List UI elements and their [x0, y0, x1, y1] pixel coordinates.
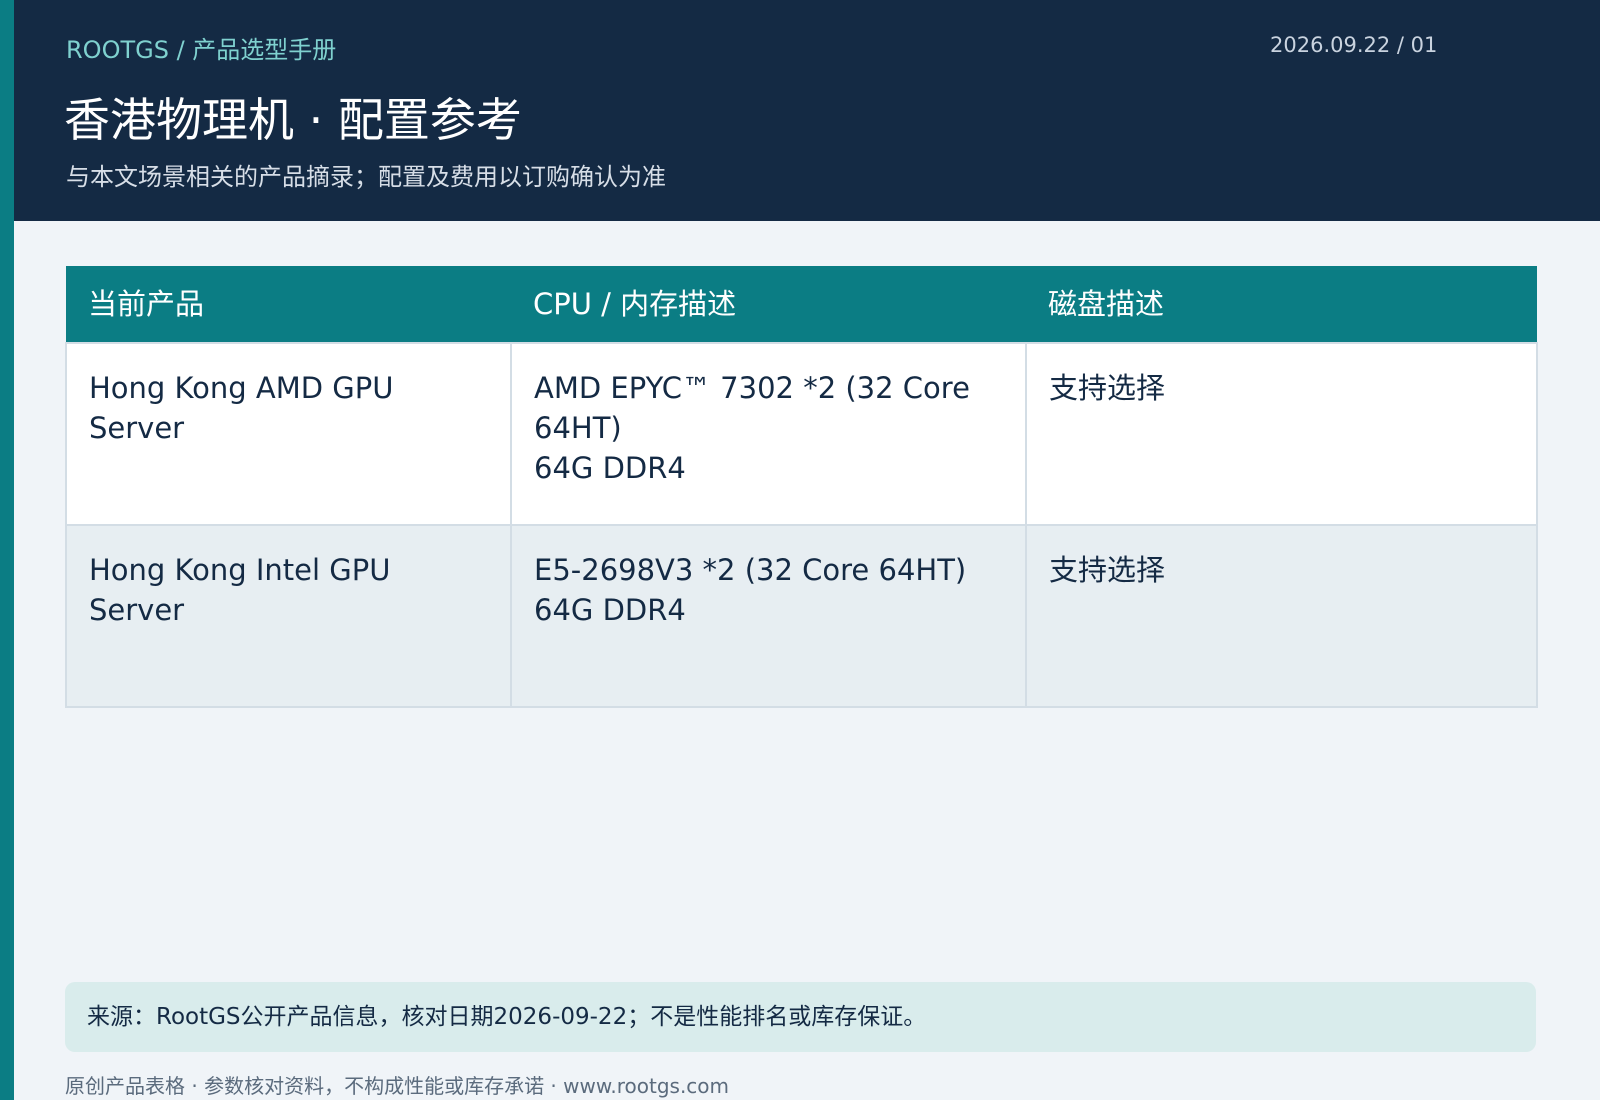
table-header-row: 当前产品 CPU / 内存描述 磁盘描述	[66, 266, 1537, 343]
column-header-cpu-memory: CPU / 内存描述	[511, 266, 1026, 343]
column-header-disk: 磁盘描述	[1026, 266, 1537, 343]
product-table: 当前产品 CPU / 内存描述 磁盘描述 Hong Kong AMD GPU S…	[65, 266, 1538, 708]
cell-product: Hong Kong AMD GPU Server	[65, 342, 512, 526]
document-date: 2026.09.22 / 01	[1270, 33, 1438, 57]
cell-cpu-memory: E5-2698V3 *2 (32 Core 64HT) 64G DDR4	[510, 524, 1027, 708]
cell-cpu-memory: AMD EPYC™ 7302 *2 (32 Core 64HT) 64G DDR…	[510, 342, 1027, 526]
cell-disk: 支持选择	[1025, 524, 1538, 708]
page-subtitle: 与本文场景相关的产品摘录；配置及费用以订购确认为准	[66, 163, 666, 191]
source-note: 来源：RootGS公开产品信息，核对日期2026-09-22；不是性能排名或库存…	[65, 982, 1536, 1052]
table-row: Hong Kong Intel GPU Server E5-2698V3 *2 …	[65, 524, 1538, 708]
left-accent-bar	[0, 0, 14, 1100]
page-title: 香港物理机 · 配置参考	[64, 93, 522, 147]
table-row: Hong Kong AMD GPU Server AMD EPYC™ 7302 …	[65, 342, 1538, 526]
page-header: ROOTGS / 产品选型手册 2026.09.22 / 01 香港物理机 · …	[14, 0, 1600, 221]
cell-product: Hong Kong Intel GPU Server	[65, 524, 512, 708]
column-header-product: 当前产品	[66, 266, 511, 343]
breadcrumb: ROOTGS / 产品选型手册	[66, 36, 337, 64]
footer-text: 原创产品表格 · 参数核对资料，不构成性能或库存承诺 · www.rootgs.…	[65, 1074, 730, 1098]
cell-disk: 支持选择	[1025, 342, 1538, 526]
